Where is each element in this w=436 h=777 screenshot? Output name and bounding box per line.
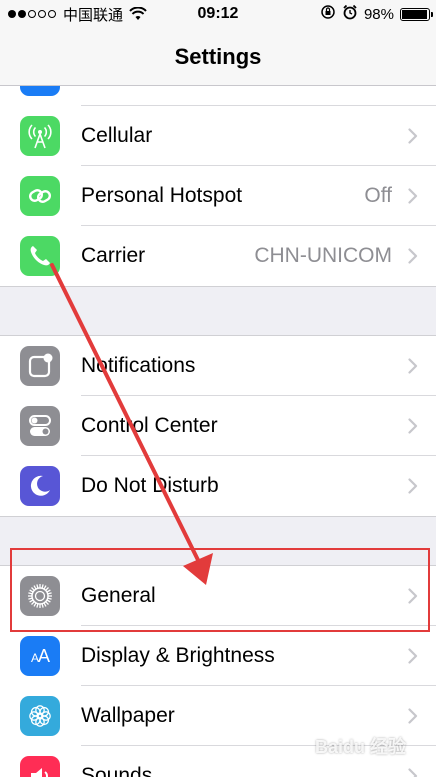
settings-row-label: Do Not Disturb xyxy=(81,474,219,497)
chevron-right-icon xyxy=(408,708,418,724)
section-gap xyxy=(0,516,436,566)
settings-screen: 中国联通 09:12 98% Settings Cellular Persona… xyxy=(0,0,436,777)
moon-icon xyxy=(20,466,60,506)
settings-row-label: Carrier xyxy=(81,244,146,267)
settings-row-sounds[interactable]: Sounds xyxy=(0,746,436,777)
settings-row-label: Wallpaper xyxy=(81,704,175,727)
partial-blue-icon xyxy=(20,86,60,96)
alarm-clock-icon xyxy=(342,4,358,24)
settings-row-cellular[interactable]: Cellular xyxy=(0,106,436,166)
settings-row-label: Control Center xyxy=(81,414,218,437)
wallpaper-flower-icon xyxy=(20,696,60,736)
chevron-right-icon xyxy=(408,478,418,494)
chevron-right-icon xyxy=(408,768,418,777)
chevron-right-icon xyxy=(408,188,418,204)
gear-icon xyxy=(20,576,60,616)
page-title: Settings xyxy=(174,44,262,69)
hotspot-link-icon xyxy=(20,176,60,216)
speaker-icon xyxy=(20,756,60,777)
settings-row-display-brightness[interactable]: AA Display & Brightness xyxy=(0,626,436,686)
settings-group: Notifications Control Center Do Not Distur… xyxy=(0,336,436,516)
chevron-right-icon xyxy=(408,358,418,374)
settings-row-label: Notifications xyxy=(81,354,196,377)
chevron-right-icon xyxy=(408,588,418,604)
display-aa-icon: AA xyxy=(20,636,60,676)
chevron-right-icon xyxy=(408,248,418,264)
settings-group: General AA Display & Brightness Wallpaper So… xyxy=(0,566,436,777)
phone-icon xyxy=(20,236,60,276)
settings-row-label: Personal Hotspot xyxy=(81,184,243,207)
settings-row-label: General xyxy=(81,584,156,607)
navigation-bar: Settings xyxy=(0,28,436,86)
settings-row-do-not-disturb[interactable]: Do Not Disturb xyxy=(0,456,436,516)
settings-row-value: Off xyxy=(364,184,392,207)
chevron-right-icon xyxy=(408,418,418,434)
cellular-antenna-icon xyxy=(20,116,60,156)
settings-row-label: Sounds xyxy=(81,764,153,777)
chevron-right-icon xyxy=(408,128,418,144)
battery-icon xyxy=(400,7,433,21)
settings-row-control-center[interactable]: Control Center xyxy=(0,396,436,456)
status-bar: 中国联通 09:12 98% xyxy=(0,0,436,28)
settings-list: Cellular Personal Hotspot Off Carrier CHN-UN… xyxy=(0,86,436,777)
settings-row-personal-hotspot[interactable]: Personal Hotspot Off xyxy=(0,166,436,226)
battery-percent: 98% xyxy=(363,5,394,23)
settings-row-notifications[interactable]: Notifications xyxy=(0,336,436,396)
orientation-lock-icon xyxy=(320,4,336,24)
section-gap xyxy=(0,286,436,336)
settings-row-partial[interactable] xyxy=(0,86,436,106)
settings-row-general[interactable]: General xyxy=(0,566,436,626)
chevron-right-icon xyxy=(408,648,418,664)
notifications-icon xyxy=(20,346,60,386)
settings-row-wallpaper[interactable]: Wallpaper xyxy=(0,686,436,746)
settings-row-carrier[interactable]: Carrier CHN-UNICOM xyxy=(0,226,436,286)
settings-row-label: Display & Brightness xyxy=(81,644,275,667)
settings-group: Cellular Personal Hotspot Off Carrier CHN-UN… xyxy=(0,86,436,286)
settings-row-label: Cellular xyxy=(81,124,153,147)
settings-row-value: CHN-UNICOM xyxy=(254,244,392,267)
control-center-icon xyxy=(20,406,60,446)
